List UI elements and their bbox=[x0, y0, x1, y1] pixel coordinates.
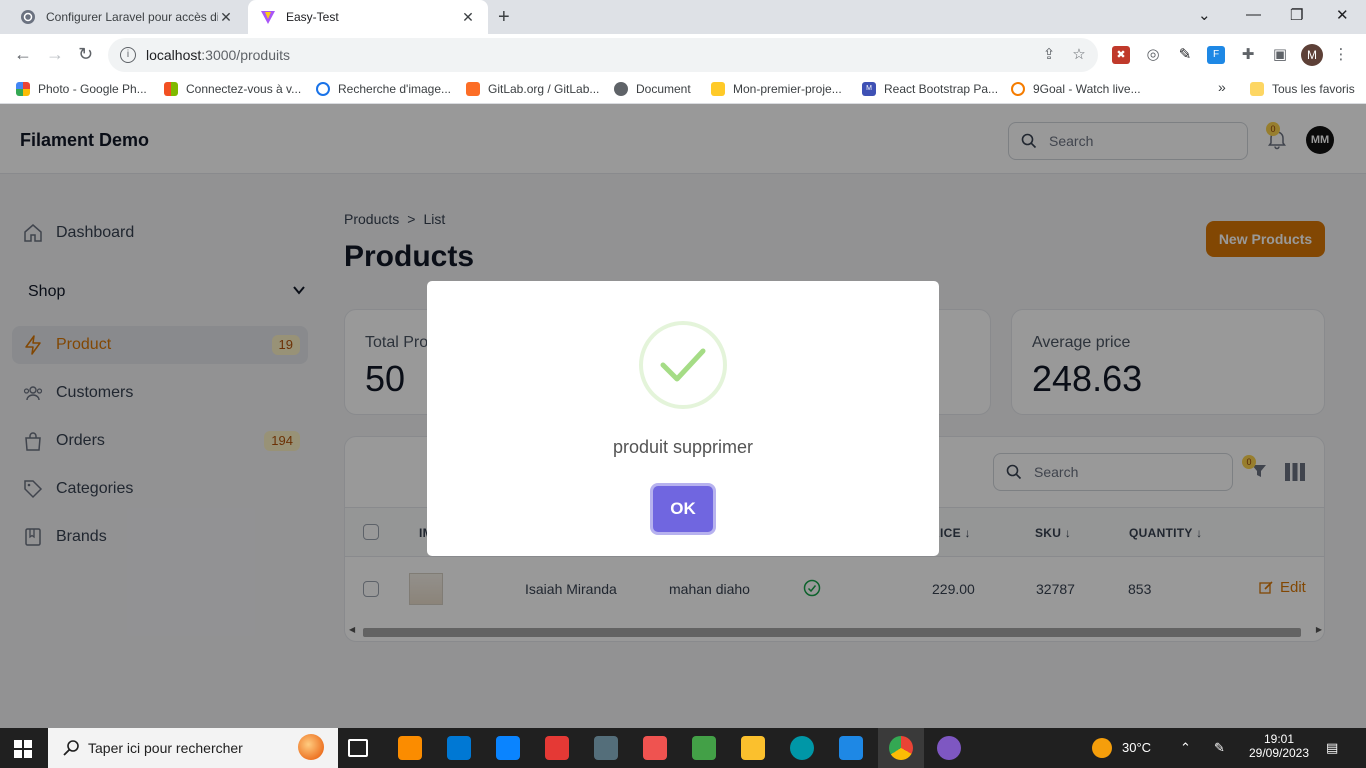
checkmark-icon bbox=[660, 348, 706, 382]
more-bookmarks-icon[interactable]: » bbox=[1218, 79, 1226, 95]
tab-title: Easy-Test bbox=[286, 10, 339, 24]
task-view-icon[interactable] bbox=[348, 739, 368, 757]
close-tab-icon[interactable]: ✕ bbox=[460, 9, 476, 26]
close-window-icon[interactable]: ✕ bbox=[1336, 6, 1349, 24]
mail-icon[interactable] bbox=[496, 736, 520, 760]
minimize-icon[interactable]: — bbox=[1246, 6, 1261, 23]
bookmark-item[interactable]: Mon-premier-proje... bbox=[711, 82, 842, 96]
store-icon[interactable] bbox=[447, 736, 471, 760]
bookmark-label: Recherche d'image... bbox=[338, 82, 452, 96]
weather-sun-icon[interactable] bbox=[1092, 738, 1112, 758]
bookmarks-bar: Photo - Google Ph... Connectez-vous à v.… bbox=[0, 76, 1366, 104]
extensions-puzzle-icon[interactable]: ✚ bbox=[1239, 46, 1257, 64]
browser-tab-easy-test[interactable]: Easy-Test ✕ bbox=[248, 0, 488, 34]
taskbar-search-placeholder: Taper ici pour rechercher bbox=[88, 740, 243, 756]
chrome-taskbar-active[interactable] bbox=[878, 728, 924, 768]
chrome-menu-icon[interactable]: ⋮ bbox=[1332, 46, 1350, 64]
mdb-icon: M bbox=[862, 82, 876, 96]
paint-app-icon[interactable] bbox=[545, 736, 569, 760]
file-explorer-icon[interactable] bbox=[741, 736, 765, 760]
filament-app: Filament Demo Search 0 MM Dashboard Shop… bbox=[0, 104, 1366, 728]
microsoft-icon bbox=[164, 82, 178, 96]
nodejs-icon[interactable] bbox=[692, 736, 716, 760]
bookmark-label: Connectez-vous à v... bbox=[186, 82, 302, 96]
eyedropper-icon[interactable]: ✎ bbox=[1176, 46, 1194, 64]
reload-icon[interactable]: ↻ bbox=[78, 44, 93, 65]
search-icon bbox=[63, 740, 79, 756]
bookmark-item[interactable]: M React Bootstrap Pa... bbox=[862, 82, 998, 96]
image-search-icon bbox=[316, 82, 330, 96]
bookmark-item[interactable]: Photo - Google Ph... bbox=[16, 82, 147, 96]
discord-icon[interactable] bbox=[937, 736, 961, 760]
paint-icon[interactable] bbox=[643, 736, 667, 760]
site-info-icon[interactable]: i bbox=[120, 47, 136, 63]
bookmark-label: 9Goal - Watch live... bbox=[1033, 82, 1141, 96]
clock-time: 19:01 bbox=[1263, 732, 1295, 746]
browser-tab-chatgpt[interactable]: Configurer Laravel pour accès di ✕ bbox=[8, 0, 246, 34]
folder-icon bbox=[1250, 82, 1264, 96]
success-dialog: produit supprimer OK bbox=[427, 281, 939, 556]
bookmark-item[interactable]: Recherche d'image... bbox=[316, 82, 451, 96]
tab-search-icon[interactable]: ⌄ bbox=[1198, 6, 1211, 24]
remote-desktop-icon[interactable] bbox=[594, 736, 618, 760]
browser-toolbar: ← → ↻ i localhost:3000/produits ⇪ ☆ ✖ ◎ … bbox=[0, 34, 1366, 76]
chatgpt-icon bbox=[21, 10, 35, 24]
xampp-icon[interactable] bbox=[398, 736, 422, 760]
address-bar[interactable]: i localhost:3000/produits bbox=[108, 38, 1098, 72]
windows-taskbar: Taper ici pour rechercher 30°C ⌃ ✎ 19:01… bbox=[0, 728, 1366, 768]
bookmark-item[interactable]: Document bbox=[614, 82, 691, 96]
back-icon[interactable]: ← bbox=[14, 44, 32, 65]
bookmark-label: Mon-premier-proje... bbox=[733, 82, 842, 96]
google-photos-icon bbox=[16, 82, 30, 96]
url-path: :3000/produits bbox=[201, 47, 290, 63]
firebase-icon bbox=[711, 82, 725, 96]
extension-blue-icon[interactable]: F bbox=[1207, 46, 1225, 64]
bookmark-label: React Bootstrap Pa... bbox=[884, 82, 999, 96]
clock-date: 29/09/2023 bbox=[1248, 746, 1310, 760]
clock[interactable]: 19:01 29/09/2023 bbox=[1248, 732, 1310, 760]
dialog-message: produit supprimer bbox=[612, 437, 754, 457]
ok-button[interactable]: OK bbox=[653, 486, 713, 532]
extension-red-icon[interactable]: ✖ bbox=[1112, 46, 1130, 64]
chrome-icon bbox=[889, 736, 913, 760]
close-tab-icon[interactable]: ✕ bbox=[218, 9, 234, 26]
side-panel-icon[interactable]: ▣ bbox=[1271, 46, 1289, 64]
profile-avatar[interactable]: M bbox=[1301, 44, 1323, 66]
bookmark-star-icon[interactable]: ☆ bbox=[1070, 46, 1088, 64]
temperature[interactable]: 30°C bbox=[1122, 740, 1151, 755]
bookmark-label: GitLab.org / GitLab... bbox=[488, 82, 600, 96]
bookmark-label: Document bbox=[636, 82, 691, 96]
9goal-icon bbox=[1011, 82, 1025, 96]
windows-start-icon[interactable] bbox=[14, 740, 32, 758]
url-host: localhost bbox=[146, 47, 202, 63]
bookmark-item[interactable]: GitLab.org / GitLab... bbox=[466, 82, 599, 96]
vscode-icon[interactable] bbox=[839, 736, 863, 760]
share-icon[interactable]: ⇪ bbox=[1040, 46, 1058, 64]
forward-icon[interactable]: → bbox=[46, 44, 64, 65]
restore-icon[interactable]: ❐ bbox=[1290, 6, 1303, 24]
pen-icon[interactable]: ✎ bbox=[1214, 740, 1225, 756]
search-highlight-icon bbox=[298, 734, 324, 760]
globe-icon bbox=[614, 82, 628, 96]
tray-chevron-icon[interactable]: ⌃ bbox=[1180, 740, 1191, 756]
bookmark-label: Tous les favoris bbox=[1272, 82, 1355, 96]
tab-title: Configurer Laravel pour accès di bbox=[46, 10, 218, 24]
bookmark-label: Photo - Google Ph... bbox=[38, 82, 147, 96]
extension-circle-icon[interactable]: ◎ bbox=[1144, 46, 1162, 64]
bookmark-item[interactable]: Connectez-vous à v... bbox=[164, 82, 301, 96]
browser-tab-bar: Configurer Laravel pour accès di ✕ Easy-… bbox=[0, 0, 1366, 34]
all-bookmarks[interactable]: Tous les favoris bbox=[1250, 82, 1355, 96]
edge-icon[interactable] bbox=[790, 736, 814, 760]
notifications-icon[interactable]: ▤ bbox=[1326, 740, 1338, 756]
gitlab-icon bbox=[466, 82, 480, 96]
new-tab-icon[interactable]: + bbox=[498, 6, 510, 29]
bookmark-item[interactable]: 9Goal - Watch live... bbox=[1011, 82, 1141, 96]
vite-icon bbox=[261, 11, 275, 24]
taskbar-search-input[interactable]: Taper ici pour rechercher bbox=[48, 728, 338, 768]
